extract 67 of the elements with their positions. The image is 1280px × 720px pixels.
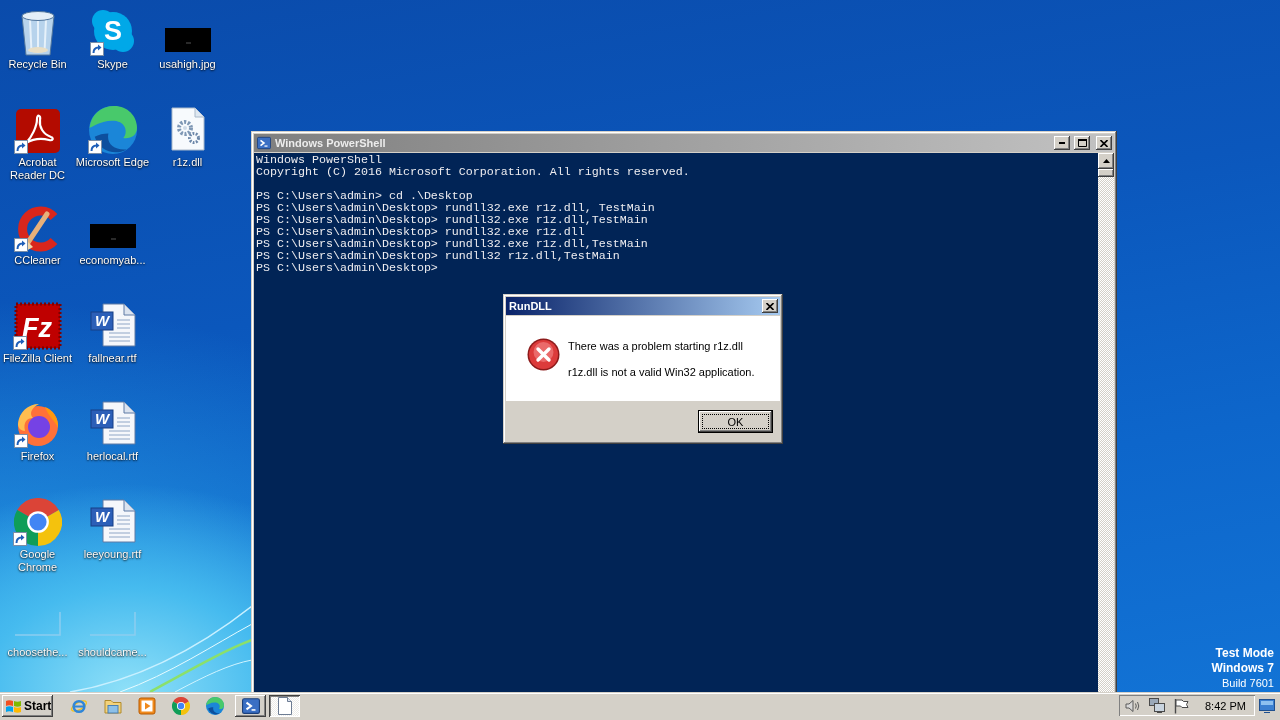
edge-icon[interactable] xyxy=(206,697,224,715)
show-desktop-icon[interactable] xyxy=(1259,698,1275,714)
dialog-title: RunDLL xyxy=(509,299,553,313)
console-line: PS C:\Users\admin\Desktop> rundll32.exe r1z.dll,TestMain xyxy=(256,238,648,250)
os-info-text: Windows 7 xyxy=(1211,661,1274,676)
blank-thumbnail-icon[interactable] xyxy=(89,612,136,636)
console-line: PS C:\Users\admin> cd .\Desktop xyxy=(256,190,473,202)
image-thumbnail-icon[interactable] xyxy=(164,28,211,52)
dll-file-icon[interactable] xyxy=(170,107,205,151)
console-line: Windows PowerShell xyxy=(256,154,382,166)
window-title: Windows PowerShell xyxy=(275,136,387,150)
desktop-icon-label[interactable]: FileZilla Client xyxy=(2,352,73,365)
dialog-detail: r1z.dll is not a valid Win32 application. xyxy=(568,366,755,379)
console-line: Copyright (C) 2016 Microsoft Corporation. All rights reserved. xyxy=(256,166,690,178)
taskbar-button[interactable] xyxy=(235,695,266,717)
dialog-message: There was a problem starting r1z.dll xyxy=(568,340,744,353)
close-icon xyxy=(1100,139,1108,147)
scrollbar-thumb[interactable] xyxy=(1098,169,1114,177)
minimize-icon xyxy=(1059,142,1065,144)
blank-thumbnail-icon[interactable] xyxy=(14,612,61,636)
console-line: PS C:\Users\admin\Desktop> rundll32.exe r1z.dll,TestMain xyxy=(256,214,648,226)
powershell-icon[interactable] xyxy=(257,136,271,150)
start-button[interactable]: Start xyxy=(2,695,53,717)
close-button[interactable] xyxy=(1096,136,1112,150)
chrome-icon[interactable] xyxy=(13,498,62,546)
filezilla-logo[interactable]: Fz xyxy=(13,302,62,350)
error-icon xyxy=(527,338,560,371)
up-arrow-icon xyxy=(1102,159,1110,163)
desktop-icon-label[interactable]: Skype xyxy=(97,58,128,71)
clock[interactable]: 8:42 PM xyxy=(1205,699,1246,712)
ok-button[interactable]: OK xyxy=(698,410,773,433)
os-info-text: Test Mode xyxy=(1215,646,1274,661)
desktop-icon-label[interactable]: CCleaner xyxy=(14,254,61,267)
console-line: PS C:\Users\admin\Desktop> rundll32 r1z.dll,TestMain xyxy=(256,250,620,262)
taskbar-button[interactable] xyxy=(269,695,300,717)
powershell-icon[interactable] xyxy=(241,697,260,715)
folder-icon[interactable] xyxy=(104,697,122,715)
scroll-up-button[interactable] xyxy=(1098,153,1114,169)
os-info-text: Build 7601 xyxy=(1222,676,1274,691)
desktop-icon-label[interactable]: herlocal.rtf xyxy=(86,450,139,463)
volume-icon[interactable] xyxy=(1125,697,1141,714)
desktop-icon-label[interactable]: Firefox xyxy=(20,450,55,463)
desktop-icon-label[interactable]: r1z.dll xyxy=(172,156,203,169)
blank-page-icon[interactable] xyxy=(277,697,292,715)
network-icon[interactable] xyxy=(1149,697,1165,714)
maximize-icon xyxy=(1077,139,1087,147)
close-icon xyxy=(766,302,774,310)
desktop-icon-label[interactable]: economyab... xyxy=(79,254,146,267)
recycle-bin-icon[interactable] xyxy=(18,10,57,56)
console-line: PS C:\Users\admin\Desktop> rundll32.exe r1z.dll xyxy=(256,226,585,238)
flag-icon[interactable] xyxy=(1173,697,1189,714)
desktop-icon-label[interactable]: Microsoft Edge xyxy=(75,156,150,169)
maximize-button[interactable] xyxy=(1074,136,1090,150)
desktop-icon-label[interactable]: usahigh.jpg xyxy=(159,58,216,71)
desktop-icon-label[interactable]: Recycle Bin xyxy=(8,58,67,71)
desktop-icon-label[interactable]: Acrobat Reader DC xyxy=(0,156,75,182)
acrobat-icon[interactable] xyxy=(14,108,61,154)
windows-flag-icon xyxy=(5,698,22,714)
edge-icon[interactable] xyxy=(88,106,137,154)
close-button[interactable] xyxy=(762,299,778,313)
media-player-icon[interactable] xyxy=(138,697,156,715)
console-line: PS C:\Users\admin\Desktop> xyxy=(256,262,438,274)
chrome-icon[interactable] xyxy=(172,697,190,715)
minimize-button[interactable] xyxy=(1054,136,1070,150)
console-line: PS C:\Users\admin\Desktop> rundll32.exe r1z.dll, TestMain xyxy=(256,202,655,214)
image-thumbnail-icon[interactable] xyxy=(89,224,136,248)
desktop-icon-label[interactable]: fallnear.rtf xyxy=(88,352,137,365)
